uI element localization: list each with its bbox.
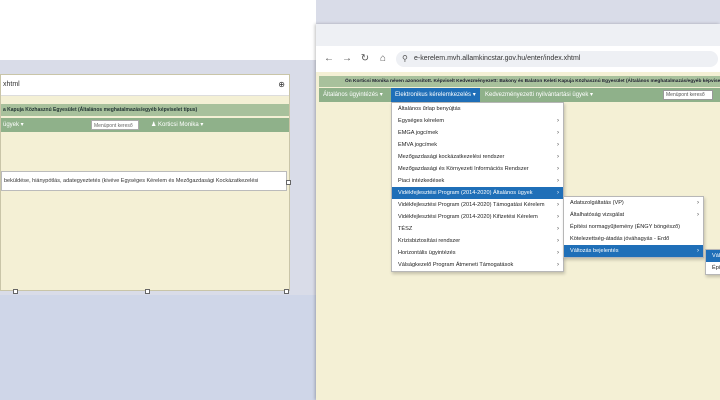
left-search-input[interactable]: Menüpont kereső (91, 120, 139, 130)
dropdown-menu-electronic-requests: Általános űrlap benyújtás Egységes kérele… (391, 102, 564, 272)
chevron-right-icon: › (697, 248, 699, 254)
menu-item-label: TÉSZ (398, 226, 413, 232)
menu-item-label: Építési normagyűjtemény (ÉNGY böngésző) (570, 224, 680, 230)
user-info-bar: Ön Korticsi Monika néven azonosított. Ké… (319, 76, 720, 87)
menu-item[interactable]: Változás bejelentés › (564, 245, 703, 257)
left-description-text: beküldése, hiánypótlás, adategyeztetés (… (1, 171, 287, 191)
menu-item[interactable]: Vidékfejlesztési Program (2014-2020) Ált… (392, 187, 563, 199)
menu-item[interactable]: Általhatóság vizsgálat › (564, 209, 703, 221)
left-background (0, 295, 316, 400)
chevron-right-icon: › (557, 226, 559, 232)
menu-item[interactable]: Kötelezettség-átadás jóváhagyás - Erdő (564, 233, 703, 245)
left-address-text: xhtml (3, 81, 20, 88)
menu-item-label: Horizontális ügyintézés (398, 250, 456, 256)
menu-item-label: EMGA jogcímek (398, 130, 439, 136)
menu-item[interactable]: Általános űrlap benyújtás (392, 103, 563, 115)
menu-item[interactable]: Egységes kérelem › (392, 115, 563, 127)
menu-item[interactable]: Épít (706, 262, 720, 274)
nav-row: ← → ↻ ⌂ ⚲ e-kerelem.mvh.allamkincstar.go… (316, 50, 720, 68)
menu-item-label: Általános űrlap benyújtás (398, 106, 461, 112)
menu-electronic-requests[interactable]: Elektronikus kérelemkezelés ▾ (391, 88, 480, 102)
left-info-bar: a Kapuja Közhasznú Egyesület (Általános … (1, 104, 289, 116)
menu-item[interactable]: Piaci intézkedések › (392, 175, 563, 187)
menu-item[interactable]: Mezőgazdasági és Környezeti Információs … (392, 163, 563, 175)
menu-item[interactable]: Mezőgazdasági kockázatkezelési rendszer › (392, 151, 563, 163)
menu-item[interactable]: Vidékfejlesztési Program (2014-2020) Tám… (392, 199, 563, 211)
resize-handle-icon[interactable] (286, 180, 291, 185)
menu-item-label: Kötelezettség-átadás jóváhagyás - Erdő (570, 236, 670, 242)
browser-chrome: ← → ↻ ⌂ ⚲ e-kerelem.mvh.allamkincstar.go… (316, 24, 720, 73)
chevron-right-icon: › (557, 250, 559, 256)
menu-item-label: Vidékfejlesztési Program (2014-2020) Ált… (398, 190, 533, 196)
chevron-right-icon: › (557, 130, 559, 136)
menu-item-label: Piaci intézkedések (398, 178, 445, 184)
left-window-toolbar-area (0, 0, 316, 60)
home-icon[interactable]: ⌂ (376, 50, 390, 68)
menu-item[interactable]: Adatszolgáltatás (VP) › (564, 197, 703, 209)
main-menu-bar: Általános ügyintézés ▾ Elektronikus kére… (319, 88, 720, 102)
submenu-rural-development-general: Adatszolgáltatás (VP) › Általhatóság vizsg… (563, 196, 704, 258)
menu-item-label: Egységes kérelem (398, 118, 445, 124)
menu-item[interactable]: Építési normagyűjtemény (ÉNGY böngésző) (564, 221, 703, 233)
menu-search-input[interactable]: Menüpont kereső (663, 90, 713, 100)
menu-general-affairs[interactable]: Általános ügyintézés ▾ (323, 88, 383, 102)
left-menu-bar: ügyek ▾ Menüpont kereső ♟ Korticsi Monik… (1, 118, 289, 132)
menu-item-label: Épít (712, 265, 720, 271)
menu-item-label: Mezőgazdasági és Környezeti Információs … (398, 166, 529, 172)
tab-strip (316, 24, 720, 46)
chevron-right-icon: › (557, 190, 559, 196)
chevron-right-icon: › (557, 142, 559, 148)
chevron-right-icon: › (557, 202, 559, 208)
resize-handle-icon[interactable] (284, 289, 289, 294)
reload-icon[interactable]: ↻ (358, 50, 372, 68)
chevron-right-icon: › (697, 200, 699, 206)
menu-item[interactable]: Horizontális ügyintézés › (392, 247, 563, 259)
left-menu-item[interactable]: ügyek ▾ (3, 118, 24, 132)
menu-item-label: Krízisbiztosítási rendszer (398, 238, 461, 244)
forward-icon[interactable]: → (340, 50, 354, 68)
menu-item[interactable]: TÉSZ › (392, 223, 563, 235)
left-user-menu[interactable]: ♟ Korticsi Monika ▾ (151, 118, 203, 132)
left-window: xhtml ⊕ a Kapuja Közhasznú Egyesület (Ál… (0, 74, 290, 291)
menu-item-label: Válságkezelő Program Átmeneti Támogatáso… (398, 262, 514, 268)
menu-item[interactable]: Vidékfejlesztési Program (2014-2020) Kif… (392, 211, 563, 223)
menu-item[interactable]: Krízisbiztosítási rendszer › (392, 235, 563, 247)
chevron-right-icon: › (557, 118, 559, 124)
menu-item[interactable]: EMVA jogcímek › (392, 139, 563, 151)
resize-handle-icon[interactable] (145, 289, 150, 294)
chevron-right-icon: › (557, 238, 559, 244)
zoom-icon[interactable]: ⊕ (278, 75, 285, 95)
left-address-bar[interactable]: xhtml ⊕ (1, 75, 289, 96)
menu-item-label: Mezőgazdasági kockázatkezelési rendszer (398, 154, 505, 160)
menu-item-label: Vidékfejlesztési Program (2014-2020) Tám… (398, 202, 545, 208)
menu-item-label: Általhatóság vizsgálat (570, 212, 625, 218)
chevron-right-icon: › (557, 214, 559, 220)
site-info-icon[interactable]: ⚲ (402, 51, 408, 67)
menu-item-label: Változás bejelentés (570, 248, 619, 254)
resize-handle-icon[interactable] (13, 289, 18, 294)
url-bar[interactable]: ⚲ e-kerelem.mvh.allamkincstar.gov.hu/ent… (396, 51, 718, 67)
menu-item[interactable]: EMGA jogcímek › (392, 127, 563, 139)
menu-item-label: Adatszolgáltatás (VP) (570, 200, 624, 206)
menu-item[interactable]: Vált (706, 250, 720, 262)
menu-item-label: Vált (712, 253, 720, 259)
chevron-right-icon: › (697, 212, 699, 218)
url-text: e-kerelem.mvh.allamkincstar.gov.hu/enter… (414, 55, 581, 62)
submenu-change-notification: Vált Épít (705, 249, 720, 275)
menu-item-label: EMVA jogcímek (398, 142, 438, 148)
chevron-right-icon: › (557, 262, 559, 268)
chevron-right-icon: › (557, 166, 559, 172)
back-icon[interactable]: ← (322, 50, 336, 68)
menu-beneficiary-registry[interactable]: Kedvezményezetti nyilvántartási ügyek ▾ (485, 88, 593, 102)
chevron-right-icon: › (557, 178, 559, 184)
menu-item-label: Vidékfejlesztési Program (2014-2020) Kif… (398, 214, 538, 220)
chevron-right-icon: › (557, 154, 559, 160)
menu-item[interactable]: Válságkezelő Program Átmeneti Támogatáso… (392, 259, 563, 271)
